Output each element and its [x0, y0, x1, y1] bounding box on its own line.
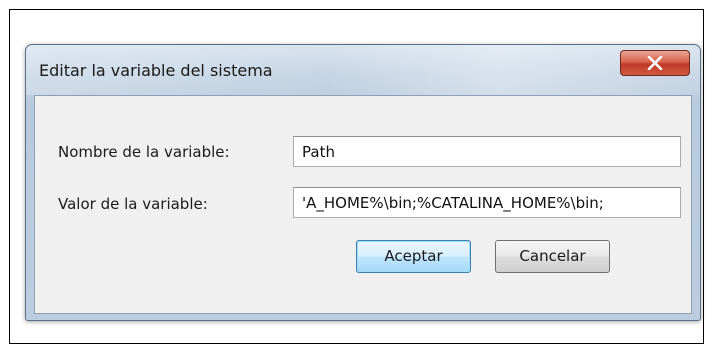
close-button[interactable] [620, 50, 690, 76]
variable-value-label: Valor de la variable: [58, 195, 208, 213]
ok-button[interactable]: Aceptar [356, 240, 471, 273]
variable-name-label: Nombre de la variable: [58, 143, 230, 161]
edit-system-variable-dialog: Editar la variable del sistema Nombre de… [25, 44, 701, 321]
close-icon [647, 56, 663, 70]
variable-name-input[interactable]: Path [293, 136, 681, 167]
cancel-button[interactable]: Cancelar [495, 240, 610, 273]
dialog-title: Editar la variable del sistema [39, 61, 273, 80]
variable-value-input[interactable]: 'A_HOME%\bin;%CATALINA_HOME%\bin; [293, 187, 681, 218]
dialog-body: Nombre de la variable: Path Valor de la … [34, 95, 692, 314]
title-bar[interactable]: Editar la variable del sistema [26, 45, 700, 95]
